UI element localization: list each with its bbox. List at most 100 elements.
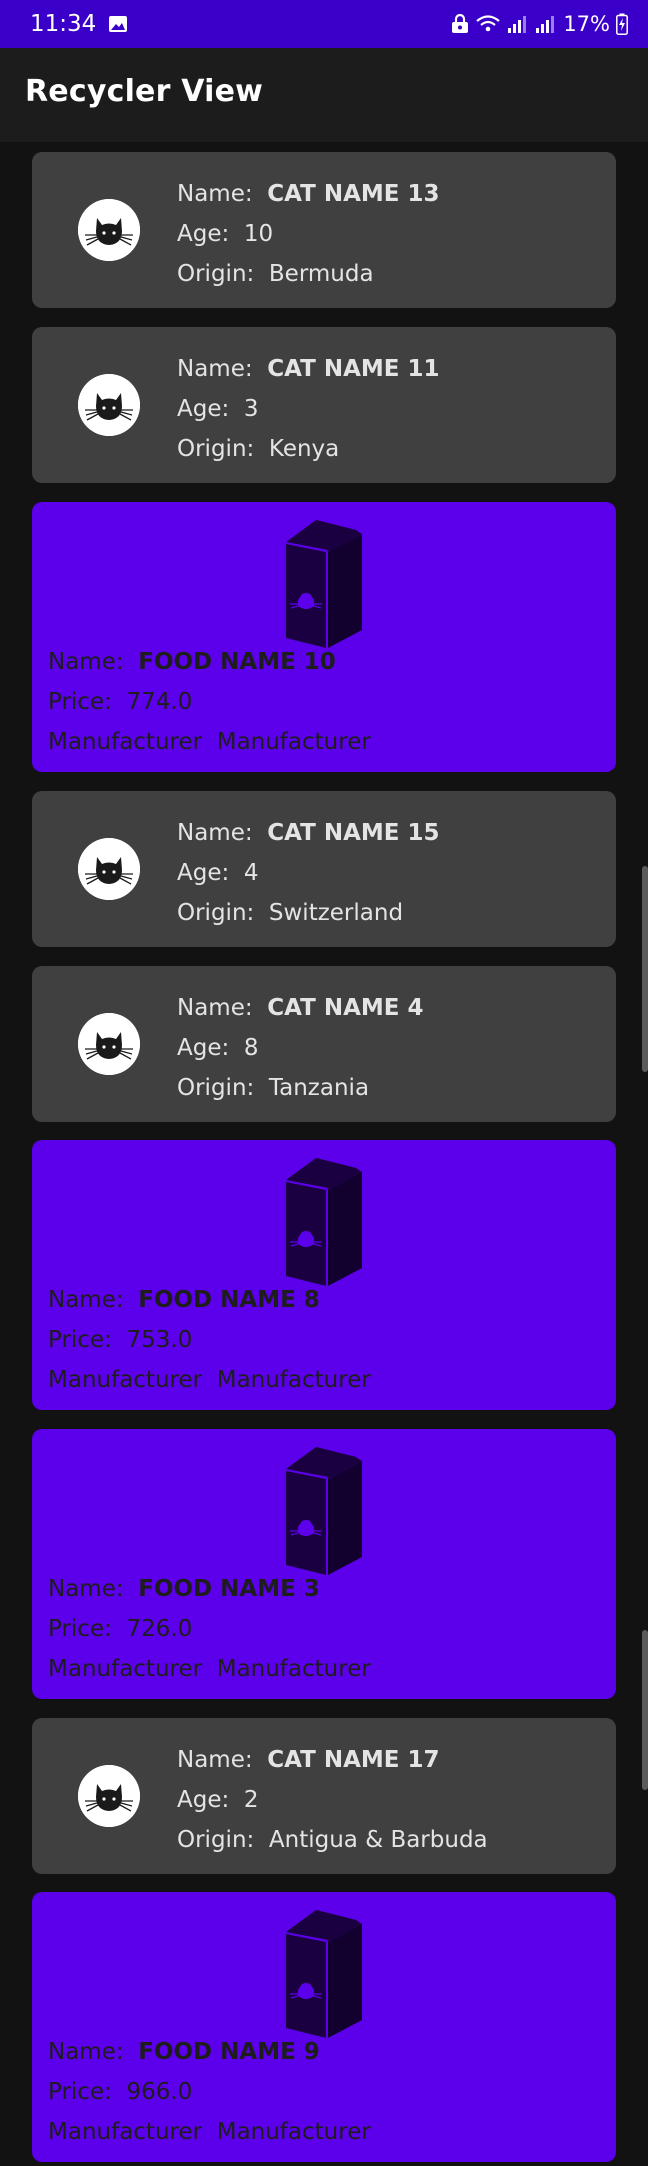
cat-face-icon — [78, 374, 140, 436]
origin-label: Origin: — [177, 261, 255, 287]
status-time: 11:34 — [30, 11, 97, 37]
price-label: Price: — [48, 1616, 112, 1642]
food-card[interactable]: Name: FOOD NAME 8 Price: 753.0 Manufactu… — [32, 1140, 616, 1410]
food-details: Name: FOOD NAME 9 Price: 966.0 Manufactu… — [48, 2032, 371, 2152]
name-value: CAT NAME 11 — [267, 356, 440, 382]
name-row: Name: CAT NAME 15 — [177, 813, 440, 853]
status-icons: 17% — [451, 12, 628, 36]
age-value: 10 — [243, 221, 274, 247]
food-card[interactable]: Name: FOOD NAME 10 Price: 774.0 Manufact… — [32, 502, 616, 772]
age-label: Age: — [177, 396, 230, 422]
food-bag-icon — [272, 512, 372, 650]
manufacturer-label: Manufacturer — [48, 2119, 203, 2145]
age-row: Age: 2 — [177, 1780, 488, 1820]
scrollbar-thumb[interactable] — [642, 866, 648, 1072]
name-row: Name: FOOD NAME 3 — [48, 1569, 371, 1609]
manufacturer-row: Manufacturer Manufacturer — [48, 2112, 371, 2152]
name-label: Name: — [177, 1747, 253, 1773]
age-row: Age: 4 — [177, 853, 440, 893]
manufacturer-row: Manufacturer Manufacturer — [48, 722, 371, 762]
age-row: Age: 3 — [177, 389, 440, 429]
price-value: 966.0 — [126, 2079, 193, 2105]
age-value: 2 — [243, 1787, 259, 1813]
manufacturer-label: Manufacturer — [48, 729, 203, 755]
price-label: Price: — [48, 2079, 112, 2105]
food-bag-icon — [272, 1902, 372, 2040]
cat-card[interactable]: Name: CAT NAME 11 Age: 3 Origin: Kenya — [32, 327, 616, 483]
name-row: Name: FOOD NAME 8 — [48, 1280, 371, 1320]
cat-details: Name: CAT NAME 4 Age: 8 Origin: Tanzania — [177, 988, 423, 1108]
food-card[interactable]: Name: FOOD NAME 9 Price: 966.0 Manufactu… — [32, 1892, 616, 2162]
app-bar: Recycler View — [0, 48, 648, 142]
cat-card[interactable]: Name: CAT NAME 13 Age: 10 Origin: Bermud… — [32, 152, 616, 308]
origin-row: Origin: Bermuda — [177, 254, 440, 294]
food-bag-icon — [272, 1439, 372, 1577]
battery-percent: 17% — [563, 12, 610, 36]
age-label: Age: — [177, 860, 230, 886]
origin-label: Origin: — [177, 900, 255, 926]
cat-face-icon — [78, 199, 140, 261]
name-label: Name: — [177, 820, 253, 846]
status-bar: 11:34 17% — [0, 0, 648, 48]
name-value: FOOD NAME 9 — [138, 2039, 320, 2065]
name-value: FOOD NAME 3 — [138, 1576, 320, 1602]
age-value: 4 — [243, 860, 259, 886]
food-bag-icon — [272, 1150, 372, 1288]
name-label: Name: — [48, 1287, 124, 1313]
cat-card[interactable]: Name: CAT NAME 15 Age: 4 Origin: Switzer… — [32, 791, 616, 947]
manufacturer-value: Manufacturer — [216, 1367, 371, 1393]
origin-value: Switzerland — [268, 900, 404, 926]
origin-value: Antigua & Barbuda — [268, 1827, 488, 1853]
name-label: Name: — [48, 649, 124, 675]
cat-card[interactable]: Name: CAT NAME 4 Age: 8 Origin: Tanzania — [32, 966, 616, 1122]
name-label: Name: — [48, 1576, 124, 1602]
origin-label: Origin: — [177, 1075, 255, 1101]
age-row: Age: 8 — [177, 1028, 423, 1068]
manufacturer-row: Manufacturer Manufacturer — [48, 1649, 371, 1689]
name-row: Name: CAT NAME 17 — [177, 1740, 488, 1780]
name-value: CAT NAME 15 — [267, 820, 440, 846]
origin-value: Bermuda — [268, 261, 374, 287]
scrollbar-thumb-secondary[interactable] — [642, 1630, 648, 1790]
cat-face-icon — [78, 1013, 140, 1075]
name-value: FOOD NAME 10 — [138, 649, 336, 675]
name-row: Name: CAT NAME 13 — [177, 174, 440, 214]
name-label: Name: — [177, 995, 253, 1021]
battery-charging-icon — [616, 13, 628, 35]
origin-row: Origin: Switzerland — [177, 893, 440, 933]
manufacturer-value: Manufacturer — [216, 729, 371, 755]
age-label: Age: — [177, 1035, 230, 1061]
price-label: Price: — [48, 689, 112, 715]
name-row: Name: FOOD NAME 9 — [48, 2032, 371, 2072]
cat-details: Name: CAT NAME 17 Age: 2 Origin: Antigua… — [177, 1740, 488, 1860]
origin-label: Origin: — [177, 436, 255, 462]
image-notification-icon — [109, 16, 128, 32]
wifi-icon — [476, 15, 501, 32]
name-row: Name: CAT NAME 11 — [177, 349, 440, 389]
cat-details: Name: CAT NAME 13 Age: 10 Origin: Bermud… — [177, 174, 440, 294]
price-row: Price: 966.0 — [48, 2072, 371, 2112]
origin-value: Kenya — [268, 436, 340, 462]
food-details: Name: FOOD NAME 8 Price: 753.0 Manufactu… — [48, 1280, 371, 1400]
cat-card[interactable]: Name: CAT NAME 17 Age: 2 Origin: Antigua… — [32, 1718, 616, 1874]
price-value: 726.0 — [126, 1616, 193, 1642]
price-value: 774.0 — [126, 689, 193, 715]
food-card[interactable]: Name: FOOD NAME 3 Price: 726.0 Manufactu… — [32, 1429, 616, 1699]
name-row: Name: CAT NAME 4 — [177, 988, 423, 1028]
manufacturer-label: Manufacturer — [48, 1367, 203, 1393]
manufacturer-row: Manufacturer Manufacturer — [48, 1360, 371, 1400]
name-value: CAT NAME 13 — [267, 181, 440, 207]
signal-icon — [508, 16, 527, 33]
app-title: Recycler View — [25, 74, 264, 109]
age-row: Age: 10 — [177, 214, 440, 254]
origin-row: Origin: Tanzania — [177, 1068, 423, 1108]
age-value: 3 — [243, 396, 259, 422]
name-value: FOOD NAME 8 — [138, 1287, 320, 1313]
age-label: Age: — [177, 1787, 230, 1813]
name-label: Name: — [177, 181, 253, 207]
cat-details: Name: CAT NAME 15 Age: 4 Origin: Switzer… — [177, 813, 440, 933]
price-row: Price: 774.0 — [48, 682, 371, 722]
lock-icon — [452, 14, 469, 33]
manufacturer-label: Manufacturer — [48, 1656, 203, 1682]
name-value: CAT NAME 17 — [267, 1747, 440, 1773]
